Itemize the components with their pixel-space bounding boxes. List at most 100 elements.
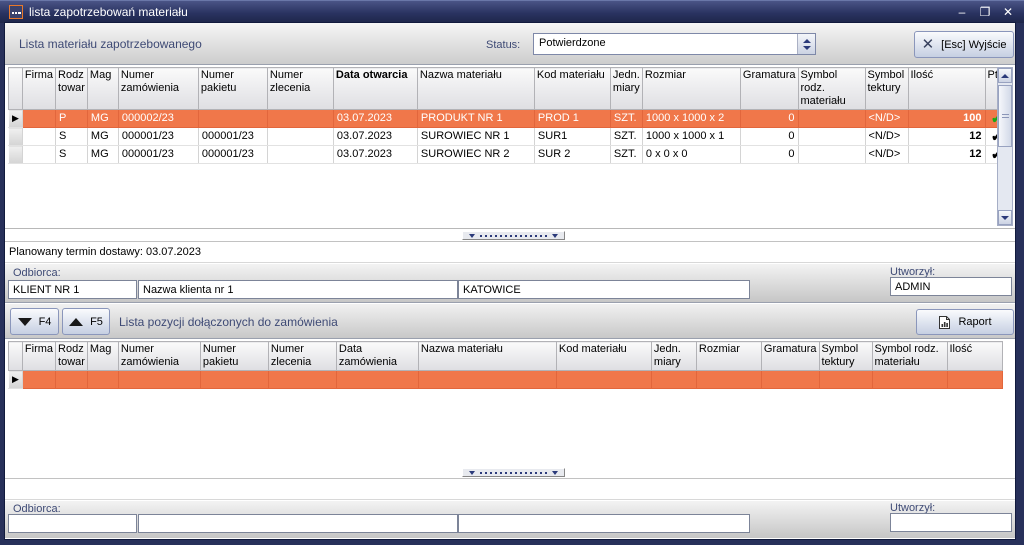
cell[interactable]: 03.07.2023 — [333, 146, 417, 164]
cell[interactable] — [556, 371, 651, 389]
cell[interactable] — [87, 371, 118, 389]
cell[interactable]: SUR1 — [534, 128, 610, 146]
cell[interactable]: 12 — [908, 128, 985, 146]
cell[interactable]: <N/D> — [865, 110, 908, 128]
recipient-city-field[interactable] — [458, 280, 750, 299]
column-header[interactable]: Data otwarcia — [333, 68, 417, 110]
cell[interactable]: S — [56, 128, 88, 146]
recipient-code-field[interactable] — [8, 514, 137, 533]
cell[interactable] — [22, 146, 55, 164]
cell[interactable]: <N/D> — [865, 146, 908, 164]
recipient-name-field[interactable] — [138, 514, 458, 533]
cell[interactable] — [761, 371, 819, 389]
recipient-city-field[interactable] — [458, 514, 750, 533]
cell[interactable] — [118, 371, 200, 389]
table-row[interactable]: ▶PMG000002/2303.07.2023PRODUKT NR 1PROD … — [9, 110, 1009, 128]
cell[interactable] — [200, 371, 268, 389]
column-header[interactable]: Numer zamówienia — [118, 342, 200, 371]
scroll-down-icon[interactable] — [998, 210, 1012, 225]
cell[interactable]: 000001/23 — [198, 128, 267, 146]
table-row[interactable]: ▶ — [9, 371, 1003, 389]
column-header[interactable]: Rodz towar — [56, 342, 88, 371]
column-header[interactable]: Rozmiar — [696, 342, 761, 371]
cell[interactable] — [22, 128, 55, 146]
column-header[interactable]: Ilość — [908, 68, 985, 110]
row-indicator[interactable]: ▶ — [9, 110, 23, 128]
cell[interactable]: 12 — [908, 146, 985, 164]
close-button[interactable]: ✕ — [1001, 5, 1015, 19]
splitter-collapse-handle[interactable] — [462, 231, 565, 240]
created-by-field[interactable] — [890, 513, 1012, 532]
cell[interactable]: PROD 1 — [534, 110, 610, 128]
cell[interactable] — [798, 146, 865, 164]
column-header[interactable]: Jedn. miary — [651, 342, 696, 371]
cell[interactable]: SUROWIEC NR 1 — [417, 128, 534, 146]
cell[interactable] — [418, 371, 556, 389]
cell[interactable]: SZT. — [610, 146, 642, 164]
row-indicator[interactable] — [9, 146, 23, 164]
cell[interactable]: 000001/23 — [118, 128, 198, 146]
cell[interactable] — [872, 371, 947, 389]
exit-button[interactable]: ✕ [Esc] Wyjście — [914, 31, 1014, 58]
cell[interactable] — [819, 371, 872, 389]
scrollbar-thumb[interactable] — [998, 85, 1012, 147]
cell[interactable]: MG — [87, 128, 118, 146]
column-header[interactable]: Mag — [87, 342, 118, 371]
table-row[interactable]: SMG000001/23000001/2303.07.2023SUROWIEC … — [9, 128, 1009, 146]
cell[interactable]: SZT. — [610, 110, 642, 128]
cell[interactable] — [198, 110, 267, 128]
cell[interactable] — [947, 371, 1002, 389]
cell[interactable]: 03.07.2023 — [333, 110, 417, 128]
cell[interactable] — [268, 371, 336, 389]
cell[interactable]: SUROWIEC NR 2 — [417, 146, 534, 164]
column-header[interactable]: Kod materiału — [556, 342, 651, 371]
cell[interactable]: 000002/23 — [118, 110, 198, 128]
status-spinner[interactable] — [797, 34, 815, 54]
column-header[interactable]: Symbol rodz. materiału — [798, 68, 865, 110]
column-header[interactable]: Nazwa materiału — [417, 68, 534, 110]
scroll-up-icon[interactable] — [998, 68, 1012, 83]
maximize-button[interactable]: ❐ — [978, 5, 992, 19]
minimize-button[interactable]: – — [955, 5, 969, 19]
column-header[interactable]: Symbol tektury — [865, 68, 908, 110]
cell[interactable] — [22, 110, 55, 128]
cell[interactable] — [798, 110, 865, 128]
cell[interactable]: 1000 x 1000 x 2 — [642, 110, 740, 128]
cell[interactable]: MG — [87, 146, 118, 164]
recipient-name-field[interactable] — [138, 280, 458, 299]
cell[interactable]: 000001/23 — [118, 146, 198, 164]
cell[interactable] — [696, 371, 761, 389]
f4-move-down-button[interactable]: F4 — [10, 308, 59, 335]
cell[interactable]: 000001/23 — [198, 146, 267, 164]
recipient-code-field[interactable] — [8, 280, 137, 299]
column-header[interactable]: Nazwa materiału — [418, 342, 556, 371]
cell[interactable] — [56, 371, 88, 389]
cell[interactable]: SUR 2 — [534, 146, 610, 164]
cell[interactable] — [267, 128, 333, 146]
cell[interactable]: SZT. — [610, 128, 642, 146]
cell[interactable] — [336, 371, 418, 389]
cell[interactable] — [267, 110, 333, 128]
status-dropdown[interactable]: Potwierdzone — [533, 33, 816, 55]
column-header[interactable]: Jedn. miary — [610, 68, 642, 110]
column-header[interactable]: Numer zamówienia — [118, 68, 198, 110]
created-by-field[interactable] — [890, 277, 1012, 296]
cell[interactable] — [651, 371, 696, 389]
cell[interactable] — [22, 371, 55, 389]
column-header[interactable]: Rodz towar — [56, 68, 88, 110]
column-header[interactable]: Firma — [22, 342, 55, 371]
column-header[interactable]: Symbol rodz. materiału — [872, 342, 947, 371]
row-indicator[interactable] — [9, 128, 23, 146]
cell[interactable]: 03.07.2023 — [333, 128, 417, 146]
cell[interactable]: 1000 x 1000 x 1 — [642, 128, 740, 146]
cell[interactable]: 0 — [740, 128, 798, 146]
cell[interactable] — [267, 146, 333, 164]
report-button[interactable]: Raport — [916, 309, 1014, 335]
column-header[interactable]: Numer zlecenia — [268, 342, 336, 371]
column-header[interactable]: Numer pakietu — [198, 68, 267, 110]
column-header[interactable]: Gramatura — [740, 68, 798, 110]
column-header[interactable]: Numer zlecenia — [267, 68, 333, 110]
column-header[interactable]: Firma — [22, 68, 55, 110]
f5-move-up-button[interactable]: F5 — [62, 308, 110, 335]
cell[interactable]: 0 — [740, 110, 798, 128]
